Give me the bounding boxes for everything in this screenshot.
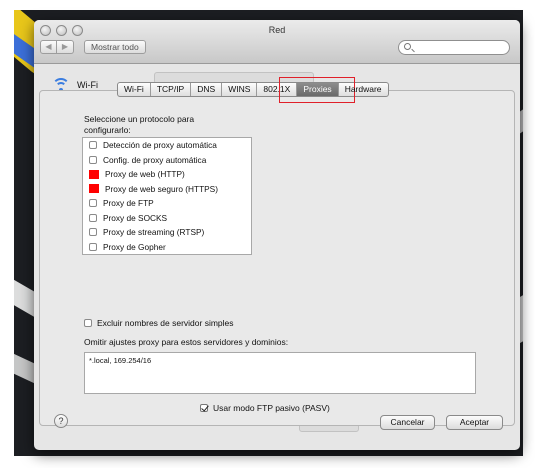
- exclude-simple-hostnames[interactable]: Excluir nombres de servidor simples: [84, 318, 234, 328]
- protocol-label: Proxy de web (HTTP): [105, 169, 185, 180]
- passive-ftp-checkbox[interactable]: [200, 404, 208, 412]
- passive-ftp-label: Usar modo FTP pasivo (PASV): [213, 403, 330, 413]
- protocol-checkbox[interactable]: [89, 213, 97, 222]
- protocol-checkbox-highlighted[interactable]: [89, 169, 99, 179]
- protocol-label: Proxy de streaming (RTSP): [103, 227, 205, 238]
- help-button[interactable]: ?: [54, 414, 68, 428]
- protocol-item-ftp[interactable]: Proxy de FTP: [83, 196, 251, 211]
- protocol-checkbox[interactable]: [89, 155, 97, 164]
- protocol-label: Proxy de web seguro (HTTPS): [105, 183, 218, 194]
- navigation-buttons: ◀ ▶: [40, 40, 74, 54]
- protocol-item-gopher[interactable]: Proxy de Gopher: [83, 240, 251, 255]
- exclude-simple-checkbox[interactable]: [84, 319, 92, 327]
- protocol-label: Proxy de Gopher: [103, 241, 166, 252]
- image-border: [0, 0, 14, 468]
- tab-dns[interactable]: DNS: [191, 83, 223, 96]
- protocol-item-auto-config[interactable]: Config. de proxy automática: [83, 153, 251, 168]
- protocol-section-label: Seleccione un protocolo para configurarl…: [84, 114, 195, 135]
- exclude-simple-label: Excluir nombres de servidor simples: [97, 318, 234, 328]
- tab-tcpip[interactable]: TCP/IP: [151, 83, 192, 96]
- tab-8021x[interactable]: 802.1X: [257, 83, 298, 96]
- image-border: [0, 456, 535, 468]
- passive-ftp-option[interactable]: Usar modo FTP pasivo (PASV): [200, 403, 330, 413]
- protocol-label: Proxy de FTP: [103, 198, 154, 209]
- tab-wifi[interactable]: Wi-Fi: [118, 83, 151, 96]
- back-button[interactable]: ◀: [40, 40, 57, 54]
- image-border: [0, 0, 535, 10]
- protocol-checkbox[interactable]: [89, 141, 97, 150]
- protocol-label: Proxy de SOCKS: [103, 212, 168, 223]
- tab-wins[interactable]: WINS: [222, 83, 258, 96]
- window-title: Red: [268, 25, 286, 35]
- protocol-checkbox[interactable]: [89, 242, 97, 251]
- cancel-button[interactable]: Cancelar: [380, 415, 435, 430]
- proxies-panel: Seleccione un protocolo para configurarl…: [39, 90, 515, 430]
- search-icon: [404, 43, 411, 50]
- proxies-sheet: Seleccione un protocolo para configurarl…: [39, 77, 515, 430]
- network-preferences-window: Red ◀ ▶ Mostrar todo Wi-Fi Seleccione un…: [34, 20, 520, 450]
- protocol-list: Detección de proxy automática Config. de…: [82, 137, 252, 255]
- show-all-button[interactable]: Mostrar todo: [84, 40, 146, 54]
- search-input[interactable]: [398, 40, 510, 55]
- protocol-label: Config. de proxy automática: [103, 154, 207, 165]
- protocol-checkbox[interactable]: [89, 228, 97, 237]
- tab-proxies-label: Proxies: [303, 84, 332, 94]
- ok-button[interactable]: Aceptar: [446, 415, 503, 430]
- bypass-domains-field[interactable]: *.local, 169.254/16: [84, 352, 476, 394]
- protocol-item-http[interactable]: Proxy de web (HTTP): [83, 167, 251, 182]
- protocol-item-rtsp[interactable]: Proxy de streaming (RTSP): [83, 225, 251, 240]
- protocol-checkbox-highlighted[interactable]: [89, 184, 99, 194]
- tab-hardware[interactable]: Hardware: [339, 83, 388, 96]
- protocol-item-https[interactable]: Proxy de web seguro (HTTPS): [83, 182, 251, 197]
- bypass-label: Omitir ajustes proxy para estos servidor…: [84, 337, 289, 347]
- title-bar: Red ◀ ▶ Mostrar todo: [34, 20, 520, 64]
- protocol-item-socks[interactable]: Proxy de SOCKS: [83, 211, 251, 226]
- protocol-label: Detección de proxy automática: [103, 140, 217, 151]
- protocol-checkbox[interactable]: [89, 199, 97, 208]
- forward-button[interactable]: ▶: [57, 40, 74, 54]
- tab-proxies[interactable]: Proxies: [279, 77, 356, 103]
- image-border: [523, 0, 535, 468]
- protocol-item-auto-detect[interactable]: Detección de proxy automática: [83, 138, 251, 153]
- settings-tab-bar: Wi-Fi TCP/IP DNS WINS 802.1X Proxies Har…: [117, 77, 389, 103]
